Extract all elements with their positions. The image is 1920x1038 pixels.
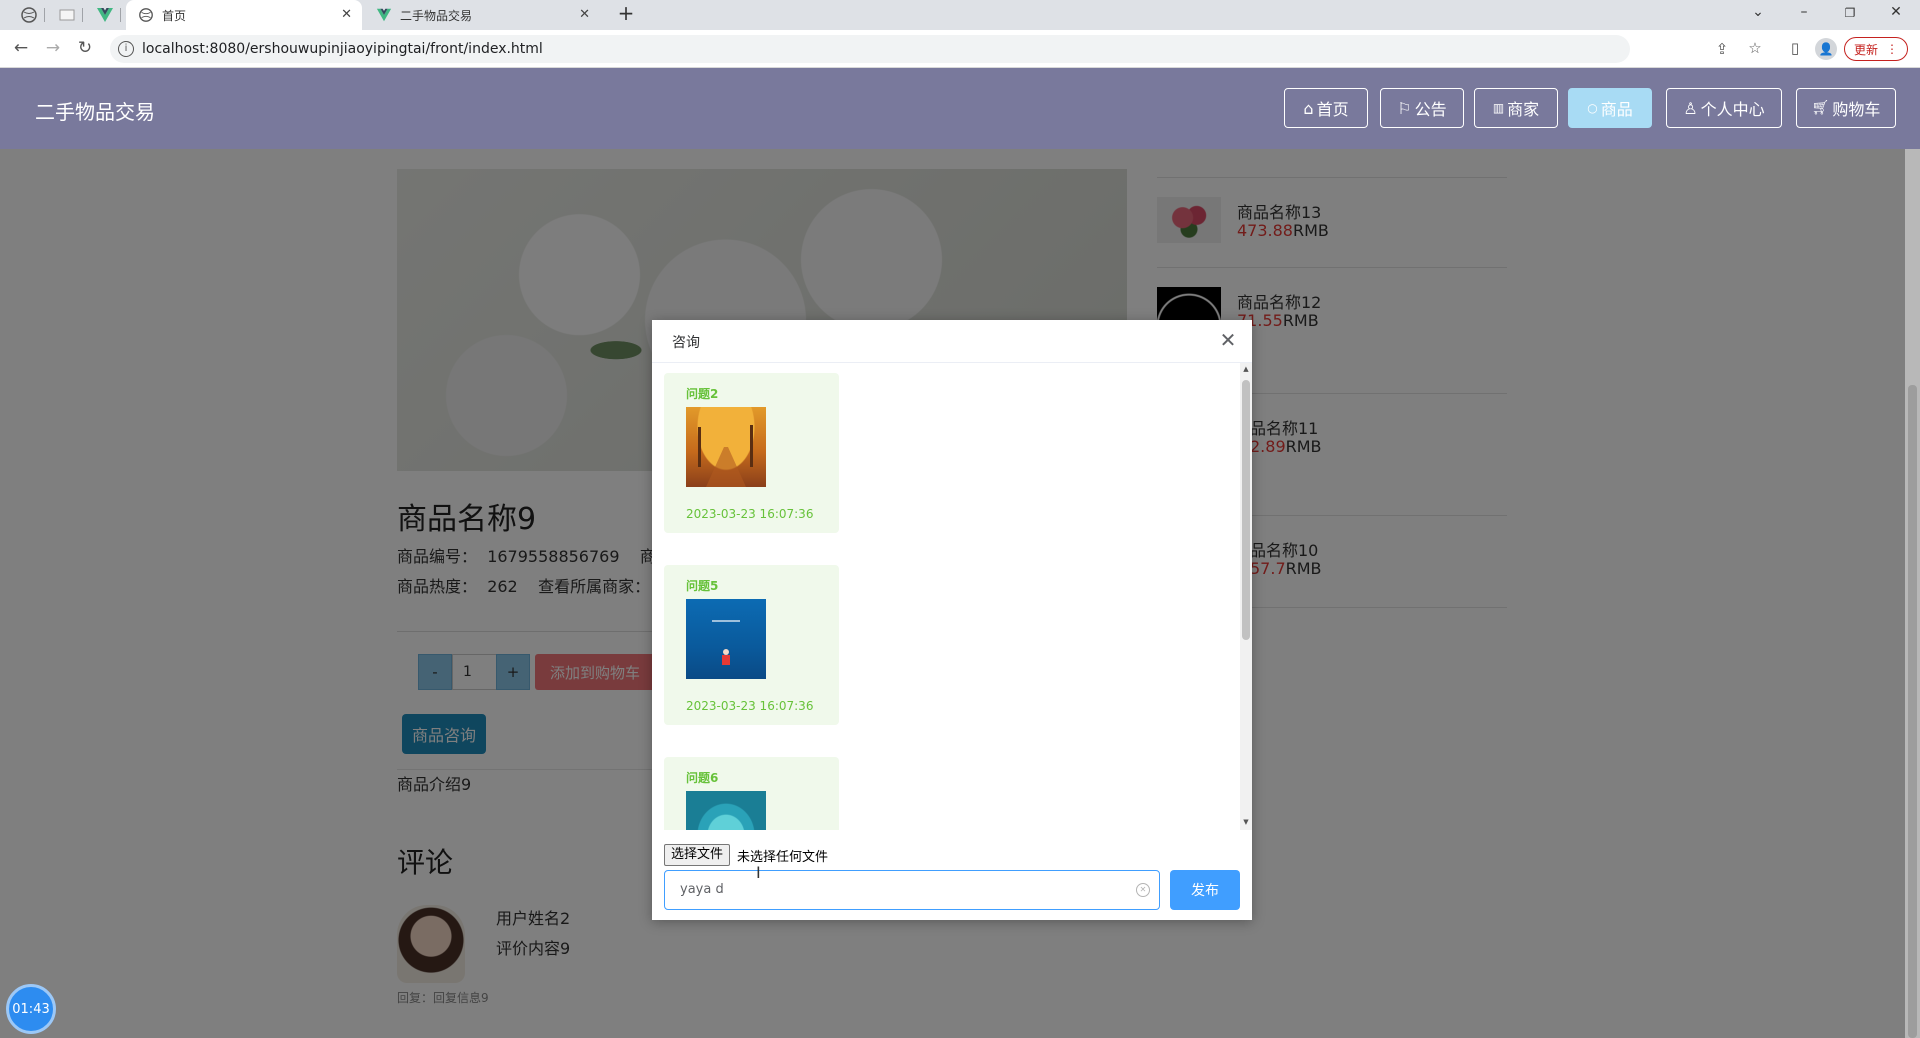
tab-separator — [82, 8, 83, 22]
nav-goods-button[interactable]: ○ 商品 — [1568, 88, 1652, 128]
page-scrollbar-thumb[interactable] — [1908, 385, 1917, 1038]
flag-icon: ⚐ — [1397, 98, 1412, 118]
update-button[interactable]: 更新 ⋮ — [1844, 37, 1908, 61]
message-question: 问题5 — [686, 579, 719, 593]
dialog-title: 咨询 — [672, 335, 700, 351]
vue-logo-icon — [376, 7, 392, 26]
nav-label: 公告 — [1414, 100, 1447, 119]
site-header: 二手物品交易 ⌂ 首页 ⚐ 公告 ▥ 商家 ○ 商品 ♙ 个人中心 🛒︎ 购物车 — [0, 68, 1920, 149]
tab-separator — [44, 8, 45, 22]
choose-file-button[interactable]: 选择文件 — [664, 844, 731, 866]
address-bar: ← → ↻ i localhost:8080/ershouwupinjiaoyi… — [0, 30, 1920, 68]
restore-icon[interactable]: ❐ — [1840, 6, 1860, 20]
home-icon: ⌂ — [1303, 98, 1314, 118]
message-card: 问题2 2023-03-23 16:07:36 — [664, 373, 839, 533]
site-title: 二手物品交易 — [35, 100, 155, 124]
update-label: 更新 — [1853, 42, 1878, 57]
send-button[interactable]: 发布 — [1170, 870, 1240, 910]
chat-icon: ○ — [1587, 101, 1598, 115]
message-time: 2023-03-23 16:07:36 — [686, 699, 814, 713]
info-icon[interactable]: i — [118, 41, 134, 57]
message-question: 问题6 — [686, 771, 719, 785]
nav-label: 首页 — [1316, 100, 1349, 119]
nav-label: 商品 — [1600, 100, 1633, 119]
nav-label: 个人中心 — [1700, 100, 1765, 119]
message-question: 问题2 — [686, 387, 719, 401]
sidepanel-icon[interactable]: ▯ — [1785, 39, 1805, 57]
message-image[interactable] — [686, 599, 766, 679]
tab-trade[interactable]: 二手物品交易 ✕ — [364, 0, 600, 30]
close-tab-icon[interactable]: ✕ — [579, 7, 590, 22]
dialog-scrollbar-thumb[interactable] — [1242, 380, 1250, 640]
url-text: localhost:8080/ershouwupinjiaoyipingtai/… — [142, 41, 543, 57]
scroll-down-icon[interactable]: ▼ — [1240, 818, 1252, 826]
more-vert-icon: ⋮ — [1886, 42, 1898, 56]
forward-icon[interactable]: → — [42, 38, 64, 58]
scroll-up-icon[interactable]: ▲ — [1240, 365, 1252, 373]
globe-icon — [138, 7, 154, 26]
nav-label: 商家 — [1507, 100, 1540, 119]
consult-dialog: 咨询 ✕ 问题2 2023-03-23 16:07:36 问题5 2023-03… — [652, 320, 1252, 920]
browser-tab-bar: 首页 ✕ 二手物品交易 ✕ + ⌄ – ❐ ✕ — [0, 0, 1920, 30]
nav-user-center-button[interactable]: ♙ 个人中心 — [1666, 88, 1782, 128]
file-status: 未选择任何文件 — [737, 850, 829, 865]
close-tab-icon[interactable]: ✕ — [341, 7, 352, 22]
cart-icon: 🛒︎ — [1811, 100, 1830, 116]
back-icon[interactable]: ← — [10, 38, 32, 58]
nav-home-button[interactable]: ⌂ 首页 — [1284, 88, 1368, 128]
message-input[interactable]: yaya d — [664, 870, 1160, 910]
chevron-down-icon[interactable]: ⌄ — [1748, 4, 1768, 20]
message-card: 问题5 2023-03-23 16:07:36 — [664, 565, 839, 725]
tab-home[interactable]: 首页 ✕ — [126, 0, 362, 30]
minimize-icon[interactable]: – — [1794, 4, 1814, 20]
tab-separator — [120, 8, 121, 22]
shop-icon: ▥ — [1492, 101, 1505, 115]
clear-icon[interactable]: ✕ — [1136, 883, 1150, 897]
reload-icon[interactable]: ↻ — [74, 38, 96, 58]
timer-badge[interactable]: 01:43 — [6, 984, 56, 1034]
message-list[interactable]: 问题2 2023-03-23 16:07:36 问题5 2023-03-23 1… — [652, 363, 1240, 830]
user-icon: ♙ — [1683, 98, 1698, 118]
vue-logo-icon[interactable] — [96, 6, 114, 24]
nav-cart-button[interactable]: 🛒︎ 购物车 — [1796, 88, 1896, 128]
share-icon[interactable]: ⇪ — [1712, 40, 1732, 58]
tab-title: 二手物品交易 — [400, 8, 473, 23]
blank-page-icon[interactable] — [58, 6, 76, 24]
star-icon[interactable]: ☆ — [1745, 39, 1765, 57]
nav-notice-button[interactable]: ⚐ 公告 — [1380, 88, 1464, 128]
tab-title: 首页 — [162, 8, 187, 23]
globe-icon[interactable] — [20, 6, 38, 24]
url-field[interactable]: i localhost:8080/ershouwupinjiaoyipingta… — [110, 35, 1728, 63]
message-card: 问题6 — [664, 757, 839, 830]
nav-shop-button[interactable]: ▥ 商家 — [1474, 88, 1558, 128]
close-icon[interactable]: ✕ — [1218, 328, 1238, 352]
message-image[interactable] — [686, 407, 766, 487]
new-tab-icon[interactable]: + — [616, 1, 636, 25]
profile-icon[interactable]: 👤 — [1815, 38, 1837, 60]
message-image[interactable] — [686, 791, 766, 830]
window-close-icon[interactable]: ✕ — [1886, 4, 1906, 20]
nav-label: 购物车 — [1832, 100, 1881, 119]
message-time: 2023-03-23 16:07:36 — [686, 507, 814, 521]
text-cursor-icon: I — [756, 863, 761, 882]
